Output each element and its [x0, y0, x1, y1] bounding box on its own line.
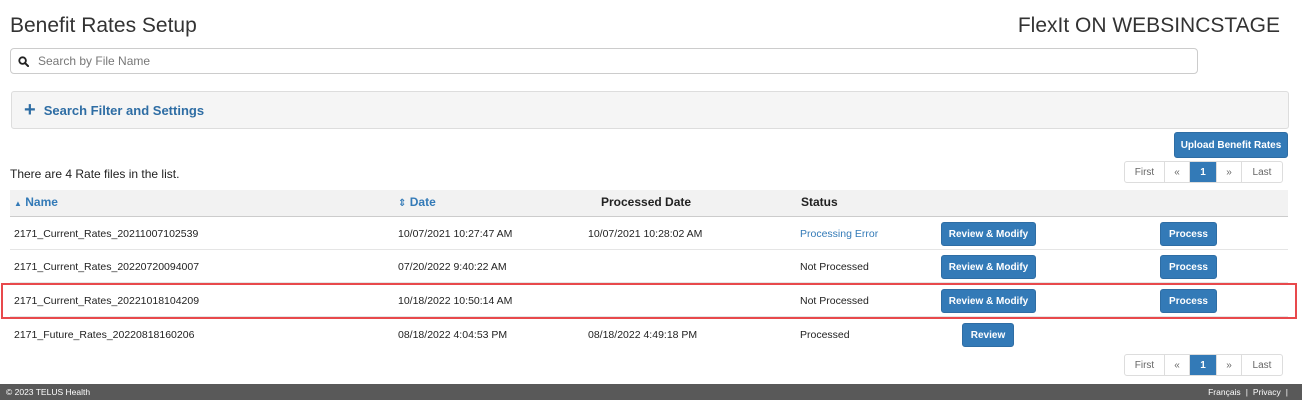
row-status: Not Processed — [800, 261, 869, 273]
footer-links: Français | Privacy | — [1208, 387, 1288, 397]
plus-icon: + — [24, 99, 36, 121]
row-status: Processed — [800, 329, 850, 341]
column-header-processed-date: Processed Date — [601, 195, 692, 209]
footer-language-link[interactable]: Français — [1208, 387, 1241, 397]
column-header-name-label: Name — [25, 195, 58, 209]
row-processed-date: 10/07/2021 10:28:02 AM — [588, 228, 703, 240]
review-modify-button[interactable]: Review & Modify — [941, 255, 1036, 279]
column-header-date[interactable]: ⇕ Date — [398, 195, 436, 209]
sort-asc-icon: ▲ — [14, 199, 22, 208]
sort-both-icon: ⇕ — [398, 198, 407, 209]
row-date: 08/18/2022 4:04:53 PM — [398, 329, 508, 341]
pagination-prev[interactable]: « — [1165, 162, 1190, 182]
review-button[interactable]: Review — [962, 323, 1014, 347]
footer-privacy-link[interactable]: Privacy — [1253, 387, 1281, 397]
table-row: 2171_Current_Rates_20211007102539 10/07/… — [10, 218, 1288, 250]
footer: © 2023 TELUS Health Français | Privacy | — [0, 384, 1302, 400]
table-row: 2171_Future_Rates_20220818160206 08/18/2… — [10, 319, 1288, 351]
file-count-text: There are 4 Rate files in the list. — [10, 167, 180, 181]
pagination-last[interactable]: Last — [1242, 162, 1282, 182]
process-button[interactable]: Process — [1160, 222, 1217, 246]
pagination-first[interactable]: First — [1125, 355, 1165, 375]
review-modify-button[interactable]: Review & Modify — [941, 222, 1036, 246]
pagination-next[interactable]: » — [1217, 162, 1242, 182]
highlighted-row-outline — [1, 283, 1297, 319]
row-date: 10/07/2021 10:27:47 AM — [398, 228, 513, 240]
search-icon — [18, 54, 32, 68]
app-environment-title: FlexIt ON WEBSINCSTAGE — [1017, 14, 1280, 37]
footer-separator: | — [1245, 387, 1248, 397]
row-file-name: 2171_Future_Rates_20220818160206 — [14, 329, 195, 341]
pagination-first[interactable]: First — [1125, 162, 1165, 182]
row-date: 07/20/2022 9:40:22 AM — [398, 261, 507, 273]
pagination-bottom: First « 1 » Last — [1124, 354, 1283, 376]
footer-separator: | — [1285, 387, 1288, 397]
column-header-status: Status — [801, 195, 838, 209]
upload-benefit-rates-button[interactable]: Upload Benefit Rates — [1174, 132, 1288, 158]
pagination-top: First « 1 » Last — [1124, 161, 1283, 183]
search-box[interactable] — [10, 48, 1198, 74]
page-title: Benefit Rates Setup — [10, 14, 197, 37]
pagination-page-1[interactable]: 1 — [1190, 162, 1217, 182]
pagination-prev[interactable]: « — [1165, 355, 1190, 375]
pagination-page-1[interactable]: 1 — [1190, 355, 1217, 375]
pagination-last[interactable]: Last — [1242, 355, 1282, 375]
row-file-name: 2171_Current_Rates_20220720094007 — [14, 261, 200, 273]
table-row: 2171_Current_Rates_20220720094007 07/20/… — [10, 251, 1288, 283]
row-status-link[interactable]: Processing Error — [800, 218, 878, 250]
table-header-divider — [10, 216, 1288, 217]
column-header-name[interactable]: ▲ Name — [14, 195, 58, 209]
row-file-name: 2171_Current_Rates_20211007102539 — [14, 228, 199, 240]
search-filter-toggle[interactable]: + Search Filter and Settings — [11, 91, 1289, 129]
search-filter-label: Search Filter and Settings — [43, 102, 205, 118]
row-processed-date: 08/18/2022 4:49:18 PM — [588, 329, 698, 341]
column-header-date-label: Date — [409, 195, 436, 209]
process-button[interactable]: Process — [1160, 255, 1217, 279]
pagination-next[interactable]: » — [1217, 355, 1242, 375]
footer-copyright: © 2023 TELUS Health — [6, 387, 91, 397]
row-divider — [10, 249, 1288, 250]
search-input[interactable] — [38, 54, 1188, 68]
